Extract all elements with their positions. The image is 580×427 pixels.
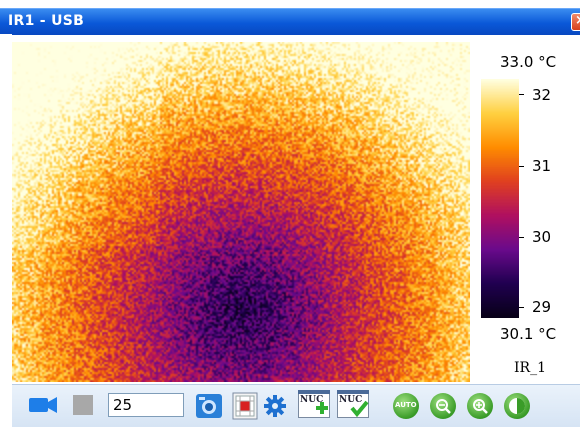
tick-label-31: 31 [532, 157, 552, 175]
nuc-check-icon [337, 390, 369, 418]
tick-30 [519, 237, 524, 238]
close-button[interactable]: × [571, 13, 580, 31]
min-temperature-label: 30.1 °C [500, 325, 557, 343]
nuc-add-icon [298, 390, 330, 414]
snapshot-button[interactable] [195, 393, 223, 419]
max-temperature-label: 33.0 °C [500, 53, 557, 71]
tick-label-32: 32 [532, 86, 552, 104]
palette-button[interactable] [232, 392, 258, 420]
color-scale-ticks [519, 79, 529, 319]
stop-icon [73, 395, 93, 415]
thermal-viewer-window: IR1 - USB × 33.0 °C 32 31 30 29 30.1 °C … [0, 0, 580, 427]
gear-icon [264, 395, 286, 417]
zoom-out-button[interactable] [430, 393, 456, 419]
auto-icon: AUTO [395, 401, 417, 409]
zoom-in-button[interactable] [467, 393, 493, 419]
zoom-in-icon [473, 399, 488, 414]
tick-31 [519, 166, 524, 167]
close-icon: × [575, 13, 580, 28]
camera-icon [196, 394, 222, 418]
contrast-icon [509, 398, 525, 414]
channel-label: IR_1 [514, 360, 546, 376]
thermal-image[interactable] [12, 42, 470, 382]
auto-button[interactable]: AUTO [393, 393, 419, 419]
tick-32 [519, 94, 524, 95]
tick-label-29: 29 [532, 298, 552, 316]
window-title: IR1 - USB [8, 13, 85, 29]
toolbar: NUC NUC AUTO [12, 384, 580, 427]
tick-29 [519, 307, 524, 308]
zoom-out-icon [436, 399, 451, 414]
record-video-button[interactable] [28, 394, 58, 416]
window-frame-left [0, 34, 12, 426]
nuc-add-button[interactable]: NUC [298, 390, 330, 418]
stop-button[interactable] [72, 394, 94, 416]
nuc-apply-button[interactable]: NUC [337, 390, 369, 418]
settings-button[interactable] [264, 395, 286, 417]
frame-count-input[interactable] [108, 393, 184, 417]
palette-icon [232, 392, 258, 420]
title-bar[interactable]: IR1 - USB × [0, 8, 580, 35]
color-scale-bar [481, 79, 519, 318]
video-camera-icon [29, 397, 57, 413]
tick-label-30: 30 [532, 228, 552, 246]
contrast-button[interactable] [504, 393, 530, 419]
